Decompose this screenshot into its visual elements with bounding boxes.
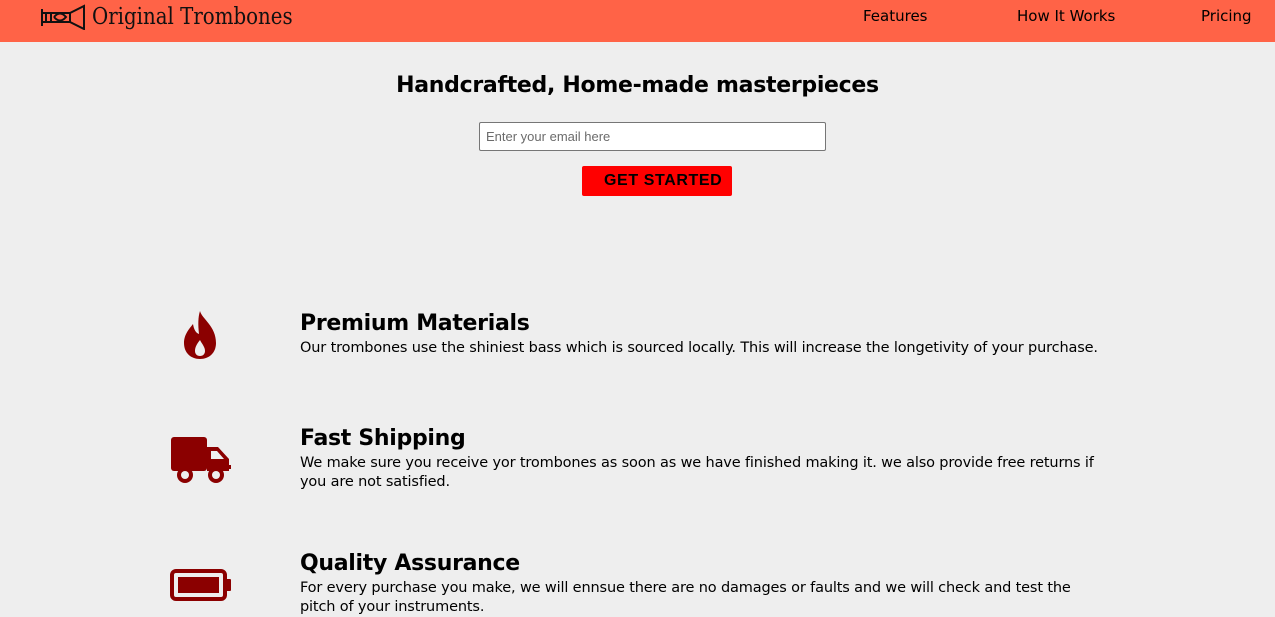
feature-title: Premium Materials	[300, 311, 530, 336]
feature-description: Our trombones use the shiniest bass whic…	[300, 340, 1098, 356]
get-started-button[interactable]: GET STARTED	[582, 166, 732, 196]
battery-icon	[170, 569, 231, 601]
feature-title: Fast Shipping	[300, 426, 466, 451]
feature-description: We make sure you receive yor trombones a…	[300, 455, 1094, 490]
nav-link-features[interactable]: Features	[863, 7, 928, 25]
site-header: Original Trombones Features How It Works…	[0, 0, 1275, 42]
email-input[interactable]	[479, 122, 826, 151]
trombone-icon	[41, 4, 85, 30]
hero-title: Handcrafted, Home-made masterpieces	[396, 73, 879, 98]
feature-title: Quality Assurance	[300, 551, 520, 576]
brand-logo[interactable]: Original Trombones	[40, 2, 325, 32]
nav-link-how-it-works[interactable]: How It Works	[1017, 7, 1115, 25]
fire-icon	[184, 311, 216, 359]
truck-icon	[171, 437, 231, 483]
nav-link-pricing[interactable]: Pricing	[1201, 7, 1252, 25]
feature-description: For every purchase you make, we will enn…	[300, 580, 1071, 615]
brand-name: Original Trombones	[92, 4, 293, 30]
